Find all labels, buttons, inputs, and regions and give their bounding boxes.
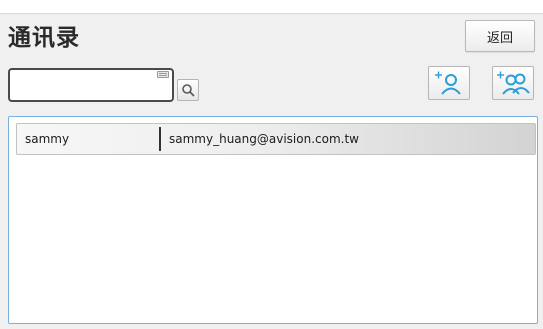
add-contact-icon (435, 71, 461, 95)
search-button[interactable] (177, 79, 199, 101)
keyboard-icon[interactable] (157, 71, 169, 78)
top-strip (0, 0, 543, 14)
search-input[interactable] (8, 68, 174, 102)
page-title: 通讯录 (8, 25, 80, 51)
address-book-screen: 通讯录 返回 sammy sammy_huang@avision.com.tw (0, 0, 543, 329)
contact-email: sammy_huang@avision.com.tw (169, 132, 359, 146)
add-group-icon (497, 71, 530, 95)
back-button[interactable]: 返回 (465, 20, 535, 52)
search-icon (182, 84, 195, 97)
contact-row[interactable]: sammy sammy_huang@avision.com.tw (16, 123, 536, 155)
contact-name: sammy (25, 132, 70, 146)
add-contact-button[interactable] (428, 66, 470, 100)
add-group-button[interactable] (492, 66, 534, 100)
contact-list: sammy sammy_huang@avision.com.tw (8, 116, 538, 324)
